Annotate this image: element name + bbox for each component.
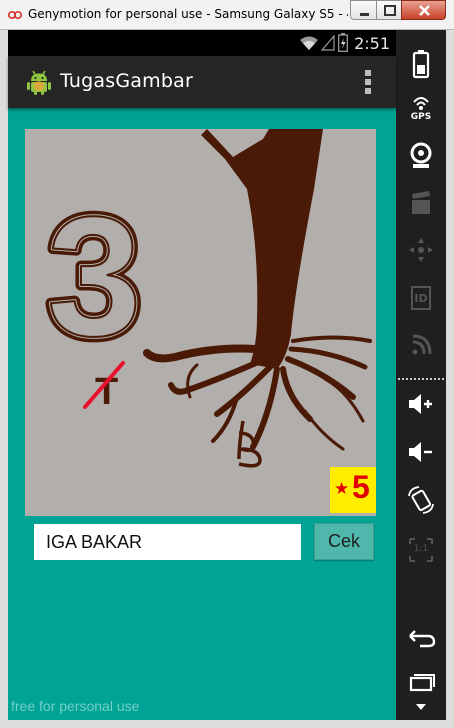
- star-score-badge: ★ 5: [330, 467, 376, 513]
- action-bar: TugasGambar: [8, 56, 396, 108]
- window-frame-right: [446, 30, 454, 728]
- scale-label: 1:1: [413, 544, 429, 554]
- genymotion-toolbar: GPS ID 1:1: [396, 30, 446, 720]
- signal-icon: [321, 35, 335, 51]
- rotate-icon: [408, 486, 434, 514]
- watermark: free for personal use: [11, 698, 140, 714]
- status-bar: 2:51: [8, 30, 396, 56]
- window-frame-bottom: [0, 720, 454, 728]
- clock: 2:51: [354, 34, 390, 53]
- battery-icon: [338, 33, 348, 52]
- badge-number: 5: [352, 469, 370, 505]
- overflow-menu-icon: [365, 70, 371, 94]
- clapperboard-icon: [412, 191, 430, 214]
- answer-input[interactable]: [34, 524, 301, 560]
- number-three-inner-line: 3: [47, 182, 142, 372]
- webcam-icon: [410, 142, 432, 168]
- recent-apps-icon: [409, 674, 435, 692]
- device-id-tool-button[interactable]: ID: [396, 282, 446, 326]
- window-titlebar: Genymotion for personal use - Samsung Ga…: [0, 0, 454, 30]
- maximize-icon: [384, 5, 396, 16]
- overflow-menu-button[interactable]: [356, 68, 380, 96]
- recent-apps-button[interactable]: [396, 668, 446, 712]
- dpad-tool-button[interactable]: [396, 234, 446, 278]
- close-window-button[interactable]: [401, 0, 446, 20]
- back-arrow-icon: [409, 630, 436, 648]
- puzzle-image: 3 3 3 T ★ 5: [25, 129, 376, 516]
- wifi-icon: [300, 36, 318, 50]
- maximize-button[interactable]: [376, 0, 402, 20]
- minimize-button[interactable]: [350, 0, 377, 20]
- puzzle-illustration: 3 3 3 T: [42, 129, 372, 468]
- gps-icon: [413, 97, 429, 110]
- app-title: TugasGambar: [60, 70, 193, 92]
- window-title: Genymotion for personal use - Samsung Ga…: [28, 7, 348, 21]
- volume-down-icon: [409, 442, 432, 462]
- window-frame-left: [0, 30, 8, 728]
- tree-trunk: [201, 129, 323, 369]
- volume-up-button[interactable]: [396, 388, 446, 432]
- volume-down-button[interactable]: [396, 436, 446, 480]
- battery-tool-icon: [412, 50, 430, 79]
- volume-up-icon: [409, 394, 432, 414]
- toolbar-separator: [398, 378, 444, 380]
- star-icon: ★: [334, 479, 350, 499]
- gps-label: GPS: [410, 112, 432, 122]
- camera-tool-button[interactable]: [396, 140, 446, 184]
- rotate-button[interactable]: [396, 484, 446, 528]
- cek-button[interactable]: Cek: [314, 523, 374, 560]
- dpad-icon: [409, 238, 433, 262]
- battery-tool-button[interactable]: [396, 46, 446, 90]
- scale-button[interactable]: 1:1: [396, 534, 446, 578]
- cast-tool-button[interactable]: [396, 330, 446, 374]
- id-label: ID: [414, 292, 428, 305]
- android-app-icon: [27, 70, 51, 95]
- close-icon: [419, 5, 430, 16]
- back-button[interactable]: [396, 620, 446, 664]
- genymotion-logo-icon: [8, 11, 22, 19]
- scroll-down-icon: [416, 704, 426, 710]
- capture-tool-button[interactable]: [396, 188, 446, 232]
- main-content: 3 3 3 T ★ 5 Cek free for personal use: [8, 108, 396, 720]
- gps-tool-button[interactable]: GPS: [396, 92, 446, 136]
- minimize-icon: [360, 13, 369, 16]
- cast-icon: [412, 334, 432, 355]
